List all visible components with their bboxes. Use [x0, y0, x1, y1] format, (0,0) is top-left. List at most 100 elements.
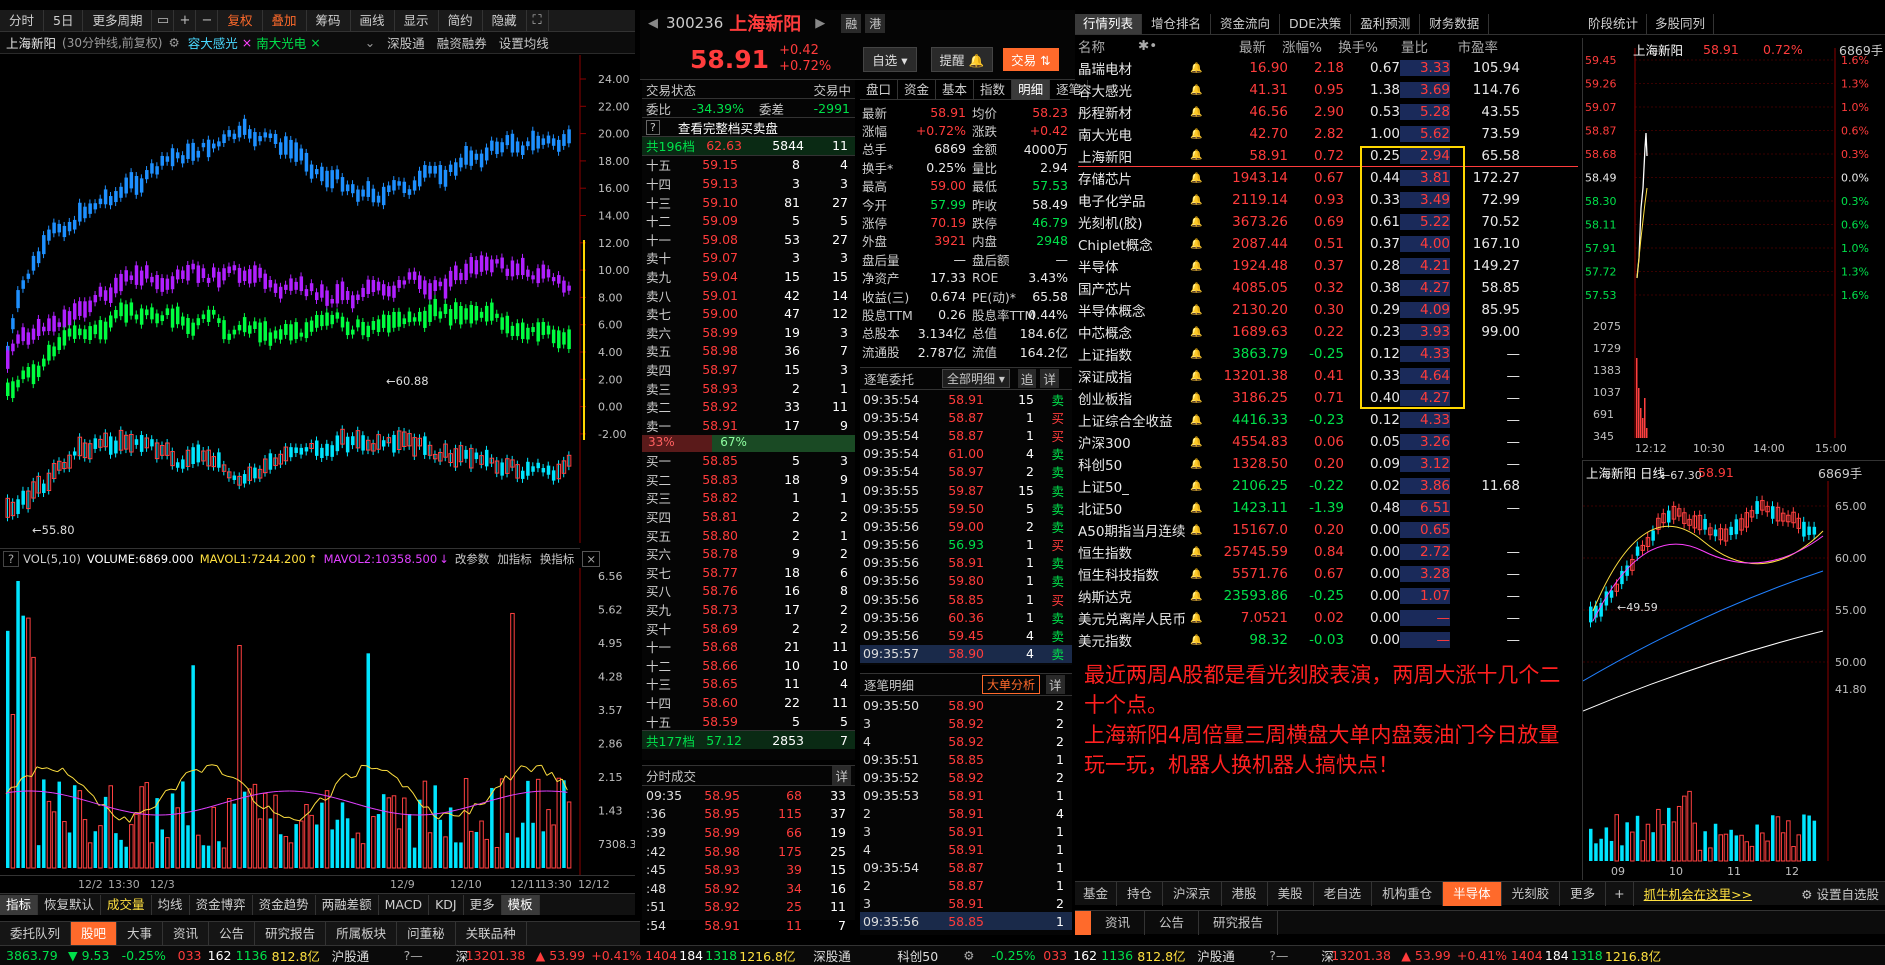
list-item[interactable]: 上证指数 🔔 3863.79 -0.25 0.12 4.33— — [1078, 343, 1578, 365]
tab-finance[interactable]: 财务数据 — [1420, 14, 1490, 34]
tab-stage-stats[interactable]: 阶段统计 — [1580, 14, 1648, 34]
tab-funds[interactable]: 资金 — [898, 79, 937, 100]
ob-view-full[interactable]: ? 查看完整档买卖盘 — [642, 118, 855, 137]
close-icon[interactable]: × — [240, 35, 254, 50]
tab-sub-notice[interactable]: 公告 — [1145, 910, 1200, 935]
btn-adjust[interactable]: 复权 — [218, 9, 263, 32]
chevron-down-icon[interactable]: ⌄ — [359, 35, 381, 50]
list-item[interactable]: 晶瑞电材 🔔 16.90 2.18 0.67 3.33 105.94 — [1078, 57, 1578, 79]
tab-forecast[interactable]: 盈利预测 — [1351, 14, 1421, 34]
tab-entrust-queue[interactable]: 委托队列 — [0, 921, 72, 946]
list-item[interactable]: 恒生科技指数 🔔 5571.76 0.67 0.00 3.28 — — [1078, 563, 1578, 585]
tab-pankou[interactable]: 盘口 — [860, 79, 899, 100]
list-item[interactable]: 北证50 🔔 1423.11 -1.39 0.48 6.51 — — [1078, 497, 1578, 519]
tab-reset[interactable]: 恢复默认 — [38, 894, 102, 915]
list-item[interactable]: 深证成指 🔔 13201.38 0.41 0.33 4.64— — [1078, 365, 1578, 387]
link-sgt[interactable]: 深股通 — [381, 33, 431, 52]
list-item[interactable]: 彤程新材 🔔 46.56 2.90 0.53 5.28 43.55 — [1078, 101, 1578, 123]
tab-fund-game[interactable]: 资金博弈 — [190, 894, 253, 915]
sb-hgt[interactable]: 沪股通 — [332, 946, 404, 965]
btn-overlay[interactable]: 叠加 — [263, 9, 307, 32]
btn-5day[interactable]: 5日 — [44, 9, 84, 32]
list-item[interactable]: 上证50_ 🔔 2106.25 -0.22 0.02 3.86 11.68 — [1078, 475, 1578, 497]
tab-dde[interactable]: DDE决策 — [1280, 14, 1352, 34]
btn-trade[interactable]: 交易 ⇅ — [1003, 47, 1059, 71]
fullscreen-icon[interactable]: ⛶ — [527, 9, 549, 32]
col-turn[interactable]: 换手% — [1322, 36, 1378, 56]
plus-icon[interactable]: + — [174, 9, 197, 32]
tab-margin-diff[interactable]: 两融差额 — [316, 894, 379, 915]
window-icon[interactable]: ▭ — [152, 9, 175, 32]
sb-hgt2[interactable]: 沪股通 — [1197, 946, 1269, 965]
list-item[interactable]: 半导体概念 🔔 2130.20 0.30 0.29 4.09 85.95 — [1078, 299, 1578, 321]
tab-sub-news[interactable]: 资讯 — [1091, 910, 1146, 935]
list-item[interactable]: 上证综合全收益 🔔 4416.33 -0.23 0.12 4.33 — — [1078, 409, 1578, 431]
list-item[interactable]: 南大光电 🔔 42.70 2.82 1.00 5.62 73.59 — [1078, 123, 1578, 145]
link-edit-param[interactable]: 改参数 — [455, 551, 498, 567]
settings-watchlist[interactable]: ⚙ 设置自选股 — [1795, 884, 1885, 903]
tab-institution[interactable]: 机构重仓 — [1372, 881, 1444, 906]
tab-related[interactable]: 关联品种 — [456, 921, 527, 946]
list-item[interactable]: 创业板指 🔔 3186.25 0.71 0.40 4.27— — [1078, 387, 1578, 409]
tab-us[interactable]: 美股 — [1268, 881, 1314, 906]
col-pe[interactable]: 市盈率 — [1428, 36, 1499, 56]
kline-chart[interactable]: 24.00 22.00 20.00 18.00 16.00 14.00 12.00 10.00… — [0, 55, 635, 543]
btn-simple[interactable]: 简约 — [439, 9, 483, 32]
list-item[interactable]: A50期指当月连续 🔔 15167.0 0.20 0.00 0.65 — [1078, 519, 1578, 541]
link-bull-chance[interactable]: 抓牛机会在这里>> — [1634, 884, 1762, 903]
btn-tick-detail[interactable]: 详 — [1046, 675, 1065, 694]
tab-holding[interactable]: 持仓 — [1117, 881, 1164, 906]
tab-old-watch[interactable]: 老自选 — [1314, 881, 1373, 906]
list-item[interactable]: 光刻机(胶) 🔔 3673.26 0.69 0.61 5.22 70.52 — [1078, 211, 1578, 233]
btn-watchlist[interactable]: 自选 ▾ — [863, 46, 917, 72]
tab-fund-trend[interactable]: 资金趋势 — [253, 894, 316, 915]
tab-more[interactable]: 更多 — [1560, 881, 1607, 906]
list-item[interactable]: 科创50 🔔 1328.50 0.20 0.09 3.12 — — [1078, 453, 1578, 475]
btn-alert[interactable]: 提醒 🔔 — [930, 46, 994, 72]
tab-kdj[interactable]: KDJ — [429, 894, 464, 915]
minus-icon[interactable]: − — [196, 9, 219, 32]
list-item[interactable]: 半导体 🔔 1924.48 0.37 0.28 4.21 149.27 — [1078, 255, 1578, 277]
tab-news[interactable]: 资讯 — [163, 921, 210, 946]
list-item[interactable]: 纳斯达克 🔔 23593.86 -0.25 0.00 1.07 — — [1078, 585, 1578, 607]
tab-template[interactable]: 模板 — [501, 894, 540, 915]
tab-multi-stock[interactable]: 多股同列 — [1647, 14, 1715, 34]
col-name[interactable]: 名称 — [1078, 36, 1138, 56]
tab-photoresist[interactable]: 光刻胶 — [1502, 881, 1561, 906]
tab-notice[interactable]: 公告 — [209, 921, 256, 946]
list-item[interactable]: 沪深300 🔔 4554.83 0.06 0.05 3.26 — — [1078, 431, 1578, 453]
tab-sector[interactable]: 所属板块 — [326, 921, 398, 946]
tab-basic[interactable]: 基本 — [936, 79, 975, 100]
list-item[interactable]: Chiplet概念 🔔 2087.44 0.51 0.37 4.00 167.10 — [1078, 233, 1578, 255]
tab-index[interactable]: 指数 — [974, 79, 1013, 100]
tab-more[interactable]: 更多 — [464, 894, 502, 915]
tab-add-pos[interactable]: 增仓排名 — [1142, 14, 1212, 34]
list-item[interactable]: 恒生指数 🔔 25745.59 0.84 0.00 2.72 — — [1078, 541, 1578, 563]
btn-entrust-detail[interactable]: 详 — [1040, 369, 1059, 388]
tab-volume[interactable]: 成交量 — [101, 894, 152, 915]
link-add-indicator[interactable]: 加指标 — [497, 551, 540, 567]
tab-sub-research[interactable]: 研究报告 — [1199, 910, 1279, 935]
list-item[interactable]: 上海新阳 🔔 58.91 0.72 0.25 2.94 65.58 — [1078, 145, 1578, 167]
tab-indicator[interactable]: 指标 — [0, 894, 39, 915]
mini-intraday-chart[interactable]: 59.45 1.6% 59.26 1.3% 59.07 1.0% 58.87 0.6% 58.6… — [1583, 38, 1885, 458]
close-icon[interactable]: × — [582, 550, 600, 567]
close-icon[interactable]: × — [308, 35, 322, 50]
tab-hsj[interactable]: 沪深京 — [1163, 881, 1222, 906]
col-vr[interactable]: 量比 — [1378, 36, 1428, 56]
btn-big-order[interactable]: 大单分析 — [982, 675, 1041, 694]
list-item[interactable]: 美元指数 🔔 98.32 -0.03 0.00— — — [1078, 629, 1578, 651]
btn-more-period[interactable]: 更多周期 — [83, 9, 153, 32]
overlay-nanda[interactable]: 南大光电 — [254, 33, 308, 52]
list-item[interactable]: 国产芯片 🔔 4085.05 0.32 0.38 4.27 58.85 — [1078, 277, 1578, 299]
btn-minute-detail[interactable]: 详 — [832, 766, 851, 785]
tab-ma[interactable]: 均线 — [152, 894, 190, 915]
prev-arrow-icon[interactable]: ◀ — [640, 16, 666, 31]
col-pct[interactable]: 涨幅% — [1266, 36, 1322, 56]
sb-sgt[interactable]: 深股通 — [813, 946, 897, 965]
tab-events[interactable]: 大事 — [117, 921, 164, 946]
btn-chips[interactable]: 筹码 — [307, 9, 351, 32]
tab-semiconductor[interactable]: 半导体 — [1443, 881, 1502, 906]
gear-icon[interactable]: ⚙ — [162, 35, 185, 50]
btn-display[interactable]: 显示 — [395, 9, 439, 32]
